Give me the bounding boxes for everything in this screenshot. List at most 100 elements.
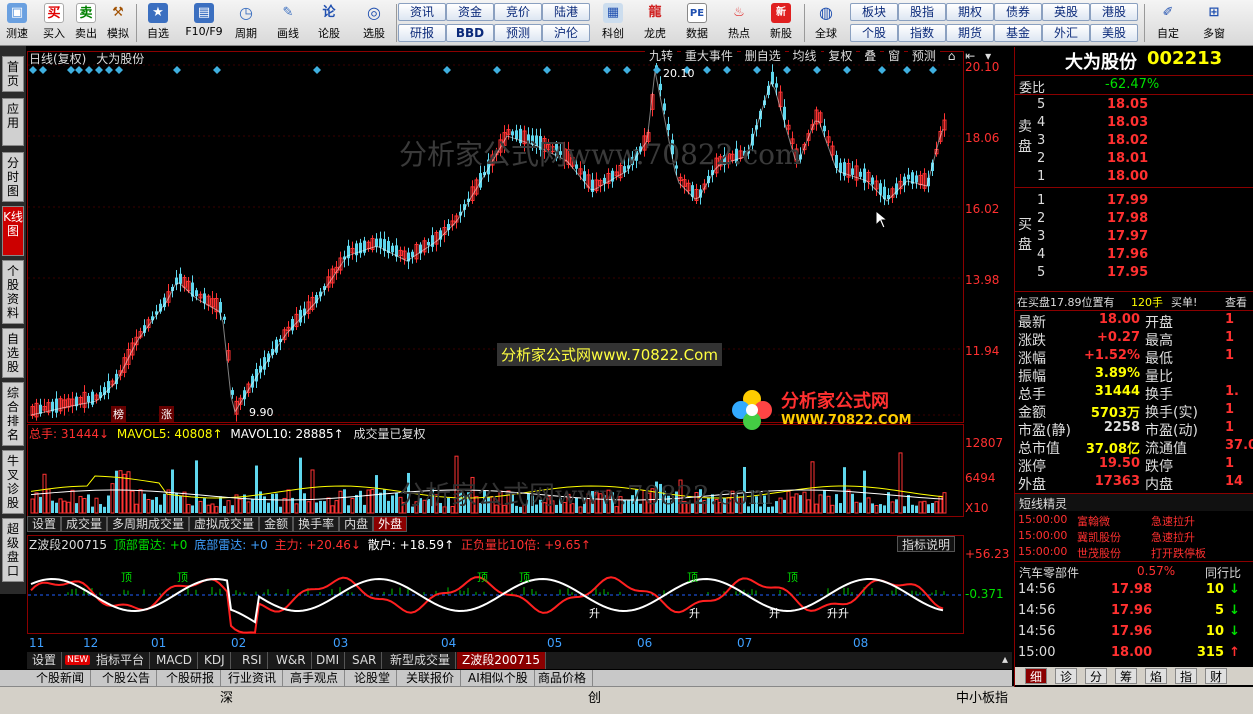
speed-test-button[interactable]: ▣ 测速 xyxy=(2,2,32,44)
sell-level-row[interactable]: 4 18.03 xyxy=(1015,115,1253,133)
hotspot-button[interactable]: ♨ 热点 xyxy=(722,2,756,44)
tab-stock-profile[interactable]: 个股资料 xyxy=(2,260,24,324)
info-tab-expert[interactable]: 高手观点 xyxy=(284,670,346,686)
buy-button[interactable]: 买 买入 xyxy=(40,2,68,44)
info-tab-ai-similar[interactable]: AI相似个股 xyxy=(462,670,535,686)
info-tab-industry[interactable]: 行业资讯 xyxy=(222,670,284,686)
ind-tab-zband[interactable]: Z波段200715 xyxy=(457,652,547,669)
short-elf-row[interactable]: 15:00:00 世茂股份 打开跌停板 xyxy=(1015,544,1253,560)
simulate-button[interactable]: ⚒ 模拟 xyxy=(104,2,132,44)
sell-level-row[interactable]: 3 18.02 xyxy=(1015,133,1253,151)
tab-home[interactable]: 首页 xyxy=(2,56,24,92)
indicator-help-button[interactable]: 指标说明 xyxy=(897,536,956,552)
tool-moving-average[interactable]: 均线 xyxy=(788,49,821,63)
tab-super-orderbook[interactable]: 超级盘口 xyxy=(2,518,24,582)
info-tab-commodity[interactable]: 商品价格 xyxy=(532,670,594,686)
tab-ranking[interactable]: 综合排名 xyxy=(2,382,24,446)
tool-adjust[interactable]: 复权 xyxy=(824,49,857,63)
quote-tab[interactable]: 焰 xyxy=(1145,668,1168,684)
tab-diagnosis[interactable]: 牛叉诊股 xyxy=(2,450,24,514)
ind-tab-wr[interactable]: W&R xyxy=(271,652,312,669)
order-alert-more[interactable]: 查看 xyxy=(1225,294,1247,310)
tab-kline[interactable]: K线图 xyxy=(2,206,24,256)
funds-button[interactable]: 资金 xyxy=(446,3,494,21)
quote-tab[interactable]: 筹 xyxy=(1115,668,1138,684)
favorites-button[interactable]: ★ 自选 xyxy=(140,2,176,44)
tool-window[interactable]: 窗 xyxy=(884,49,905,63)
tool-forecast[interactable]: 预测 xyxy=(907,49,940,63)
stock-select-button[interactable]: ◎ 选股 xyxy=(356,2,392,44)
vol-tab-virtual[interactable]: 虚拟成交量 xyxy=(189,516,260,532)
dragon-tiger-button[interactable]: 龍 龙虎 xyxy=(638,2,672,44)
ind-tab-rsi[interactable]: RSI xyxy=(237,652,268,669)
futures-button[interactable]: 期货 xyxy=(946,24,994,42)
buy-level-row[interactable]: 4 17.96 xyxy=(1015,247,1253,265)
options-button[interactable]: 期权 xyxy=(946,3,994,21)
research-button[interactable]: 研报 xyxy=(398,24,446,42)
sell-button[interactable]: 卖 卖出 xyxy=(72,2,100,44)
forex-button[interactable]: 外汇 xyxy=(1042,24,1090,42)
ind-tab-settings[interactable]: 设置 xyxy=(27,652,63,669)
f10-button[interactable]: ▤ F10/F9 xyxy=(182,2,226,44)
quote-tab[interactable]: 诊 xyxy=(1055,668,1078,684)
data-button[interactable]: PE 数据 xyxy=(680,2,714,44)
ind-tab-dmi[interactable]: DMI xyxy=(311,652,346,669)
period-button[interactable]: ◷ 周期 xyxy=(228,2,264,44)
us-stocks-button[interactable]: 美股 xyxy=(1090,24,1138,42)
status-sme-index[interactable]: 中小板指 xyxy=(956,687,1008,706)
quote-tab[interactable]: 细 xyxy=(1025,668,1048,684)
info-tab-research[interactable]: 个股研报 xyxy=(160,670,222,686)
uk-stocks-button[interactable]: 英股 xyxy=(1042,3,1090,21)
short-elf-row[interactable]: 15:00:00 冀凯股份 急速拉升 xyxy=(1015,528,1253,544)
info-tab-forum[interactable]: 论股堂 xyxy=(348,670,398,686)
tab-apps[interactable]: 应用 xyxy=(2,98,24,146)
ind-tab-new-volume[interactable]: 新型成交量 xyxy=(385,652,457,669)
tab-timeshare[interactable]: 分时图 xyxy=(2,152,24,202)
sell-level-row[interactable]: 1 18.00 xyxy=(1015,169,1253,187)
vol-tab-multi-period[interactable]: 多周期成交量 xyxy=(107,516,190,532)
vol-tab-volume[interactable]: 成交量 xyxy=(61,516,108,532)
ranking-tag[interactable]: 榜 xyxy=(111,406,126,422)
star-market-button[interactable]: ▦ 科创 xyxy=(596,2,630,44)
quote-tab[interactable]: 指 xyxy=(1175,668,1198,684)
global-button[interactable]: ◍ 全球 xyxy=(808,2,844,44)
single-stock-button[interactable]: 个股 xyxy=(850,24,898,42)
tool-remove-watchlist[interactable]: 删自选 xyxy=(740,49,785,63)
quote-tab[interactable]: 分 xyxy=(1085,668,1108,684)
tool-major-events[interactable]: 重大事件 xyxy=(680,49,737,63)
sector-button[interactable]: 板块 xyxy=(850,3,898,21)
tab-watchlist[interactable]: 自选股 xyxy=(2,328,24,378)
order-alert-row[interactable]: 在买盘17.89位置有 120手 买单! 查看 xyxy=(1015,291,1253,309)
status-shenzhen[interactable]: 深 xyxy=(220,687,233,706)
vol-tab-inner[interactable]: 内盘 xyxy=(339,516,374,532)
info-tab-related[interactable]: 关联报价 xyxy=(400,670,462,686)
ind-tab-platform[interactable]: 指标平台 xyxy=(91,652,151,669)
ind-tab-macd[interactable]: MACD xyxy=(151,652,198,669)
vol-tab-settings[interactable]: 设置 xyxy=(27,516,62,532)
stock-index-button[interactable]: 股指 xyxy=(898,3,946,21)
vol-tab-outer[interactable]: 外盘 xyxy=(373,516,408,532)
shanghai-london-button[interactable]: 沪伦 xyxy=(542,24,590,42)
multi-window-button[interactable]: ⊞ 多窗 xyxy=(1194,2,1234,44)
ind-tab-kdj[interactable]: KDJ xyxy=(199,652,231,669)
new-stock-button[interactable]: 新 新股 xyxy=(764,2,798,44)
sell-level-row[interactable]: 5 18.05 xyxy=(1015,97,1253,115)
sector-compare[interactable]: 同行比 xyxy=(1205,564,1241,581)
tool-overlay[interactable]: 叠 xyxy=(860,49,881,63)
vol-tab-amount[interactable]: 金额 xyxy=(259,516,294,532)
discuss-button[interactable]: 论 论股 xyxy=(314,2,344,44)
auction-button[interactable]: 竞价 xyxy=(494,3,542,21)
collapse-icon[interactable]: ▴ xyxy=(1002,652,1008,666)
quote-tab[interactable]: 财 xyxy=(1205,668,1228,684)
hk-stocks-button[interactable]: 港股 xyxy=(1090,3,1138,21)
buy-level-row[interactable]: 5 17.95 xyxy=(1015,265,1253,283)
sell-level-row[interactable]: 2 18.01 xyxy=(1015,151,1253,169)
forecast-button[interactable]: 预测 xyxy=(494,24,542,42)
sector-row[interactable]: 汽车零部件 0.57% 同行比 xyxy=(1015,561,1253,581)
kline-chart-area[interactable]: 日线(复权) 大为股份 九转 重大事件 删自选 均线 复权 叠 窗 预测 ⌂ ⇤… xyxy=(27,47,1012,650)
hk-connect-button[interactable]: 陆港 xyxy=(542,3,590,21)
short-elf-row[interactable]: 15:00:00 富翰微 急速拉升 xyxy=(1015,512,1253,528)
buy-level-row[interactable]: 2 17.98 xyxy=(1015,211,1253,229)
funds-market-button[interactable]: 基金 xyxy=(994,24,1042,42)
index-button[interactable]: 指数 xyxy=(898,24,946,42)
